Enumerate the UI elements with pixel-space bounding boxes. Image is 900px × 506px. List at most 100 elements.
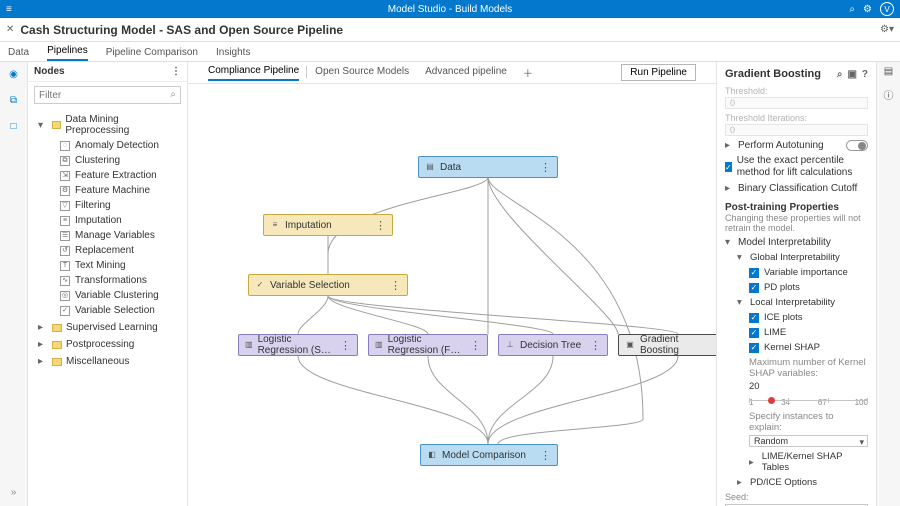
row-autotune[interactable]: ▸Perform Autotuning [725, 140, 868, 151]
settings-icon[interactable]: ⚙ [863, 4, 872, 15]
topbar: ≡ Model Studio - Build Models ⌕ ⚙ V [0, 0, 900, 18]
pd-plots-label: PD plots [764, 282, 800, 293]
rail-item-2[interactable]: ⧉ [6, 92, 22, 108]
node-more-icon[interactable]: ⋮ [340, 339, 351, 352]
slider-knob[interactable] [768, 397, 775, 404]
leaf-var-clustering[interactable]: ◎Variable Clustering [38, 288, 181, 303]
add-pipeline-icon[interactable]: ＋ [523, 65, 533, 80]
row-shap-tables[interactable]: ▸LIME/Kernel SHAP Tables [749, 451, 868, 473]
tab-data[interactable]: Data [8, 47, 29, 61]
rail-collapse-icon[interactable]: » [6, 484, 22, 500]
node-comparison[interactable]: ◧Model Comparison⋮ [420, 444, 558, 466]
node-more-icon[interactable]: ⋮ [540, 449, 551, 462]
caret-right-icon: ▸ [737, 477, 745, 488]
search-icon[interactable]: ⌕ [837, 69, 843, 80]
node-icon: ≡ [60, 216, 70, 226]
cat-supervised[interactable]: ▸Supervised Learning [38, 320, 181, 335]
node-more-icon[interactable]: ⋮ [540, 161, 551, 174]
nodes-more-icon[interactable]: ⋮ [171, 66, 181, 77]
checkbox-icon[interactable]: ✓ [749, 268, 759, 278]
leaf-text-mining[interactable]: TText Mining [38, 258, 181, 273]
row-binary-cutoff[interactable]: ▸Binary Classification Cutoff [725, 183, 868, 194]
checkbox-icon[interactable]: ✓ [749, 283, 759, 293]
row-pdice[interactable]: ▸PD/ICE Options [737, 477, 868, 488]
leaf-replacement[interactable]: ↺Replacement [38, 243, 181, 258]
database-icon: ▤ [425, 162, 435, 172]
checkbox-icon[interactable]: ✓ [725, 162, 732, 172]
ptab-compliance[interactable]: Compliance Pipeline [208, 65, 299, 81]
ptab-opensource[interactable]: Open Source Models [315, 66, 409, 80]
leaf-var-selection[interactable]: ✓Variable Selection [38, 303, 181, 318]
search-icon[interactable]: ⌕ [849, 4, 855, 15]
node-lr2[interactable]: ▥Logistic Regression (F…⋮ [368, 334, 488, 356]
node-dt[interactable]: ⊥Decision Tree⋮ [498, 334, 608, 356]
properties-panel: Gradient Boosting⌕▣? Threshold: 0 Thresh… [716, 62, 876, 506]
app-title: Model Studio - Build Models [0, 4, 900, 15]
checkbox-icon[interactable]: ✓ [749, 313, 759, 323]
tab-comparison[interactable]: Pipeline Comparison [106, 47, 198, 61]
tab-pipelines[interactable]: Pipelines [47, 45, 88, 61]
varsel-icon: ✓ [255, 280, 265, 290]
node-imputation[interactable]: ≡Imputation⋮ [263, 214, 393, 236]
nodes-filter-input[interactable] [34, 86, 181, 104]
help-icon[interactable]: ? [862, 69, 868, 80]
hamburger-icon[interactable]: ≡ [6, 4, 12, 15]
project-settings-icon[interactable]: ⚙▾ [880, 24, 894, 35]
rail-item-1[interactable]: ◉ [6, 66, 22, 82]
leaf-anomaly[interactable]: ◌Anomaly Detection [38, 138, 181, 153]
rail-item-3[interactable]: □ [6, 118, 22, 134]
node-data[interactable]: ▤Data⋮ [418, 156, 558, 178]
post-hint: Changing these properties will not retra… [725, 213, 868, 233]
cat-label: Postprocessing [66, 339, 134, 350]
caret-right-icon: ▸ [725, 140, 733, 151]
leaf-filtering[interactable]: ▽Filtering [38, 198, 181, 213]
row-local-interp[interactable]: ▾Local Interpretability [737, 297, 868, 308]
explain-label: Specify instances to explain: [749, 411, 868, 433]
caret-right-icon: ▸ [38, 339, 48, 350]
left-rail: ◉ ⧉ □ » [0, 62, 28, 506]
autotune-toggle[interactable] [846, 140, 868, 151]
rrail-help-icon[interactable]: ⓘ [884, 87, 894, 102]
cat-label: Data Mining Preprocessing [65, 114, 181, 136]
node-icon: ⇲ [60, 171, 70, 181]
close-icon[interactable]: ✕ [6, 24, 14, 35]
node-varsel[interactable]: ✓Variable Selection⋮ [248, 274, 408, 296]
checkbox-icon[interactable]: ✓ [749, 328, 759, 338]
node-more-icon[interactable]: ⋮ [470, 339, 481, 352]
caret-right-icon: ▸ [725, 183, 733, 194]
node-icon: ▽ [60, 201, 70, 211]
leaf-clustering[interactable]: ⧉Clustering [38, 153, 181, 168]
expand-icon[interactable]: ▣ [847, 69, 856, 80]
project-title: Cash Structuring Model - SAS and Open So… [20, 23, 343, 37]
threshold-label: Threshold: [725, 86, 868, 96]
pipeline-canvas[interactable]: ▤Data⋮ ≡Imputation⋮ ✓Variable Selection⋮… [188, 84, 716, 506]
run-pipeline-button[interactable]: Run Pipeline [621, 64, 696, 81]
tab-insights[interactable]: Insights [216, 47, 250, 61]
node-more-icon[interactable]: ⋮ [375, 219, 386, 232]
rrail-panel-icon[interactable]: ▤ [884, 66, 893, 77]
leaf-transformations[interactable]: ∿Transformations [38, 273, 181, 288]
threshold-iter-label: Threshold Iterations: [725, 113, 868, 123]
node-more-icon[interactable]: ⋮ [390, 279, 401, 292]
row-global-interp[interactable]: ▾Global Interpretability [737, 252, 868, 263]
node-gb[interactable]: ▣Gradient Boosting⋮ [618, 334, 716, 356]
node-lr1[interactable]: ▥Logistic Regression (S…⋮ [238, 334, 358, 356]
cat-misc[interactable]: ▸Miscellaneous [38, 354, 181, 369]
nodes-tree: ▾ Data Mining Preprocessing ◌Anomaly Det… [28, 108, 187, 375]
cat-preprocessing[interactable]: ▾ Data Mining Preprocessing [38, 112, 181, 138]
compare-icon: ◧ [427, 450, 437, 460]
leaf-feature-machine[interactable]: ⚙Feature Machine [38, 183, 181, 198]
node-more-icon[interactable]: ⋮ [590, 339, 601, 352]
leaf-imputation[interactable]: ≡Imputation [38, 213, 181, 228]
checkbox-icon[interactable]: ✓ [749, 343, 759, 353]
threshold-input: 0 [725, 97, 868, 109]
leaf-manage-vars[interactable]: ☰Manage Variables [38, 228, 181, 243]
avatar[interactable]: V [880, 2, 894, 16]
ptab-advanced[interactable]: Advanced pipeline [425, 66, 507, 80]
lime-label: LIME [764, 327, 786, 338]
leaf-feature-extraction[interactable]: ⇲Feature Extraction [38, 168, 181, 183]
cat-postprocessing[interactable]: ▸ Postprocessing [38, 337, 181, 352]
row-model-interp[interactable]: ▾Model Interpretability [725, 237, 868, 248]
explain-select[interactable]: Random [749, 435, 868, 447]
boost-icon: ▣ [625, 340, 635, 350]
